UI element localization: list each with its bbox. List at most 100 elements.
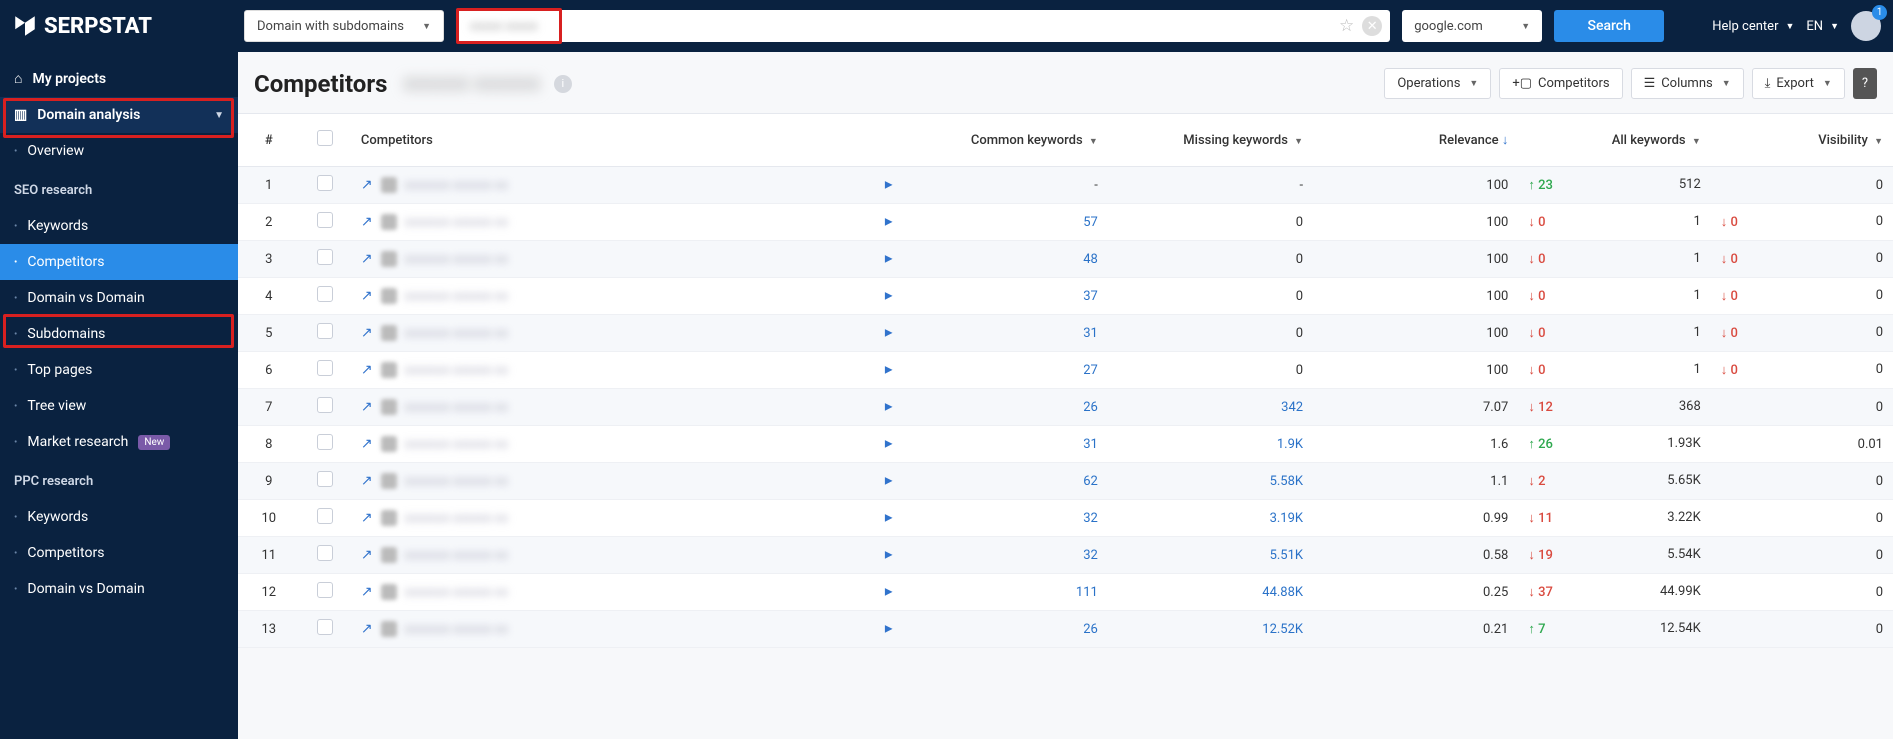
expand-icon[interactable]: ▶ <box>885 291 893 302</box>
competitor-domain[interactable]: xxxxxxx xxxxxx xx <box>405 252 508 267</box>
row-checkbox[interactable] <box>317 286 333 302</box>
competitor-domain[interactable]: xxxxxxx xxxxxx xx <box>405 511 508 526</box>
competitor-domain[interactable]: xxxxxxx xxxxxx xx <box>405 326 508 341</box>
sidebar-item-competitors[interactable]: • Competitors <box>0 244 238 280</box>
sidebar-item-ppc-keywords[interactable]: • Keywords <box>0 499 238 535</box>
common-keywords-cell[interactable]: 31 <box>903 426 1108 463</box>
missing-keywords-cell[interactable]: 0 <box>1108 278 1313 315</box>
help-button[interactable]: ? <box>1853 68 1877 99</box>
select-all-checkbox[interactable] <box>317 130 333 146</box>
operations-button[interactable]: Operations ▼ <box>1384 68 1491 99</box>
row-checkbox[interactable] <box>317 545 333 561</box>
expand-icon[interactable]: ▶ <box>885 550 893 561</box>
expand-icon[interactable]: ▶ <box>885 365 893 376</box>
export-button[interactable]: ⤓ Export ▼ <box>1752 68 1845 99</box>
missing-keywords-cell[interactable]: 0 <box>1108 241 1313 278</box>
sidebar-item-overview[interactable]: • Overview <box>0 133 238 169</box>
sidebar-item-domain-analysis[interactable]: ▥ Domain analysis ▼ <box>0 97 238 133</box>
row-checkbox[interactable] <box>317 619 333 635</box>
star-icon[interactable]: ☆ <box>1339 16 1354 36</box>
competitor-domain[interactable]: xxxxxxx xxxxxx xx <box>405 474 508 489</box>
missing-keywords-cell[interactable]: - <box>1108 167 1313 204</box>
missing-keywords-cell[interactable]: 0 <box>1108 204 1313 241</box>
common-keywords-cell[interactable]: 26 <box>903 389 1108 426</box>
competitor-domain[interactable]: xxxxxxx xxxxxx xx <box>405 363 508 378</box>
missing-keywords-cell[interactable]: 0 <box>1108 352 1313 389</box>
col-visibility[interactable]: Visibility ▼ <box>1711 114 1893 167</box>
missing-keywords-cell[interactable]: 5.58K <box>1108 463 1313 500</box>
open-link-icon[interactable]: ↗ <box>361 325 373 341</box>
expand-icon[interactable]: ▶ <box>885 402 893 413</box>
open-link-icon[interactable]: ↗ <box>361 547 373 563</box>
expand-icon[interactable]: ▶ <box>885 476 893 487</box>
open-link-icon[interactable]: ↗ <box>361 288 373 304</box>
clear-icon[interactable]: ✕ <box>1362 16 1382 36</box>
expand-icon[interactable]: ▶ <box>885 217 893 228</box>
missing-keywords-cell[interactable]: 342 <box>1108 389 1313 426</box>
sidebar-item-ppc-competitors[interactable]: • Competitors <box>0 535 238 571</box>
help-center-link[interactable]: Help center ▼ <box>1712 19 1794 34</box>
open-link-icon[interactable]: ↗ <box>361 584 373 600</box>
col-all-keywords[interactable]: All keywords ▼ <box>1518 114 1710 167</box>
common-keywords-cell[interactable]: 32 <box>903 537 1108 574</box>
expand-icon[interactable]: ▶ <box>885 513 893 524</box>
common-keywords-cell[interactable]: 26 <box>903 611 1108 648</box>
expand-icon[interactable]: ▶ <box>885 254 893 265</box>
col-competitors[interactable]: Competitors <box>351 114 903 167</box>
row-checkbox[interactable] <box>317 175 333 191</box>
sidebar-item-subdomains[interactable]: • Subdomains <box>0 316 238 352</box>
common-keywords-cell[interactable]: 111 <box>903 574 1108 611</box>
search-input-wrap[interactable]: xxxxx xxxxx ☆ ✕ <box>456 10 1390 42</box>
common-keywords-cell[interactable]: 48 <box>903 241 1108 278</box>
common-keywords-cell[interactable]: 31 <box>903 315 1108 352</box>
row-checkbox[interactable] <box>317 508 333 524</box>
row-checkbox[interactable] <box>317 249 333 265</box>
open-link-icon[interactable]: ↗ <box>361 399 373 415</box>
row-checkbox[interactable] <box>317 212 333 228</box>
missing-keywords-cell[interactable]: 12.52K <box>1108 611 1313 648</box>
sidebar-item-dvd[interactable]: • Domain vs Domain <box>0 280 238 316</box>
competitor-domain[interactable]: xxxxxxx xxxxxx xx <box>405 585 508 600</box>
add-competitors-button[interactable]: +▢ Competitors <box>1499 68 1622 99</box>
open-link-icon[interactable]: ↗ <box>361 621 373 637</box>
open-link-icon[interactable]: ↗ <box>361 436 373 452</box>
common-keywords-cell[interactable]: 57 <box>903 204 1108 241</box>
missing-keywords-cell[interactable]: 3.19K <box>1108 500 1313 537</box>
columns-button[interactable]: ☰ Columns ▼ <box>1631 68 1744 99</box>
domain-mode-select[interactable]: Domain with subdomains ▼ <box>244 10 444 42</box>
open-link-icon[interactable]: ↗ <box>361 510 373 526</box>
col-relevance[interactable]: Relevance ↓ <box>1313 114 1518 167</box>
sidebar-item-keywords[interactable]: • Keywords <box>0 208 238 244</box>
missing-keywords-cell[interactable]: 5.51K <box>1108 537 1313 574</box>
col-number[interactable]: # <box>238 114 300 167</box>
competitor-domain[interactable]: xxxxxxx xxxxxx xx <box>405 215 508 230</box>
expand-icon[interactable]: ▶ <box>885 587 893 598</box>
competitor-domain[interactable]: xxxxxxx xxxxxx xx <box>405 622 508 637</box>
expand-icon[interactable]: ▶ <box>885 624 893 635</box>
expand-icon[interactable]: ▶ <box>885 180 893 191</box>
missing-keywords-cell[interactable]: 1.9K <box>1108 426 1313 463</box>
language-select[interactable]: EN ▼ <box>1806 19 1839 34</box>
open-link-icon[interactable]: ↗ <box>361 214 373 230</box>
row-checkbox[interactable] <box>317 582 333 598</box>
col-missing-keywords[interactable]: Missing keywords ▼ <box>1108 114 1313 167</box>
common-keywords-cell[interactable]: - <box>903 167 1108 204</box>
user-avatar[interactable] <box>1851 11 1881 41</box>
expand-icon[interactable]: ▶ <box>885 439 893 450</box>
common-keywords-cell[interactable]: 32 <box>903 500 1108 537</box>
common-keywords-cell[interactable]: 27 <box>903 352 1108 389</box>
competitor-domain[interactable]: xxxxxxx xxxxxx xx <box>405 437 508 452</box>
sidebar-item-tree-view[interactable]: • Tree view <box>0 388 238 424</box>
sidebar-item-ppc-dvd[interactable]: • Domain vs Domain <box>0 571 238 607</box>
search-button[interactable]: Search <box>1554 10 1664 42</box>
info-icon[interactable]: i <box>554 75 572 93</box>
search-engine-select[interactable]: google.com ▼ <box>1402 10 1542 42</box>
competitor-domain[interactable]: xxxxxxx xxxxxx xx <box>405 400 508 415</box>
expand-icon[interactable]: ▶ <box>885 328 893 339</box>
missing-keywords-cell[interactable]: 44.88K <box>1108 574 1313 611</box>
col-common-keywords[interactable]: Common keywords ▼ <box>903 114 1108 167</box>
open-link-icon[interactable]: ↗ <box>361 251 373 267</box>
open-link-icon[interactable]: ↗ <box>361 362 373 378</box>
row-checkbox[interactable] <box>317 397 333 413</box>
sidebar-item-top-pages[interactable]: • Top pages <box>0 352 238 388</box>
